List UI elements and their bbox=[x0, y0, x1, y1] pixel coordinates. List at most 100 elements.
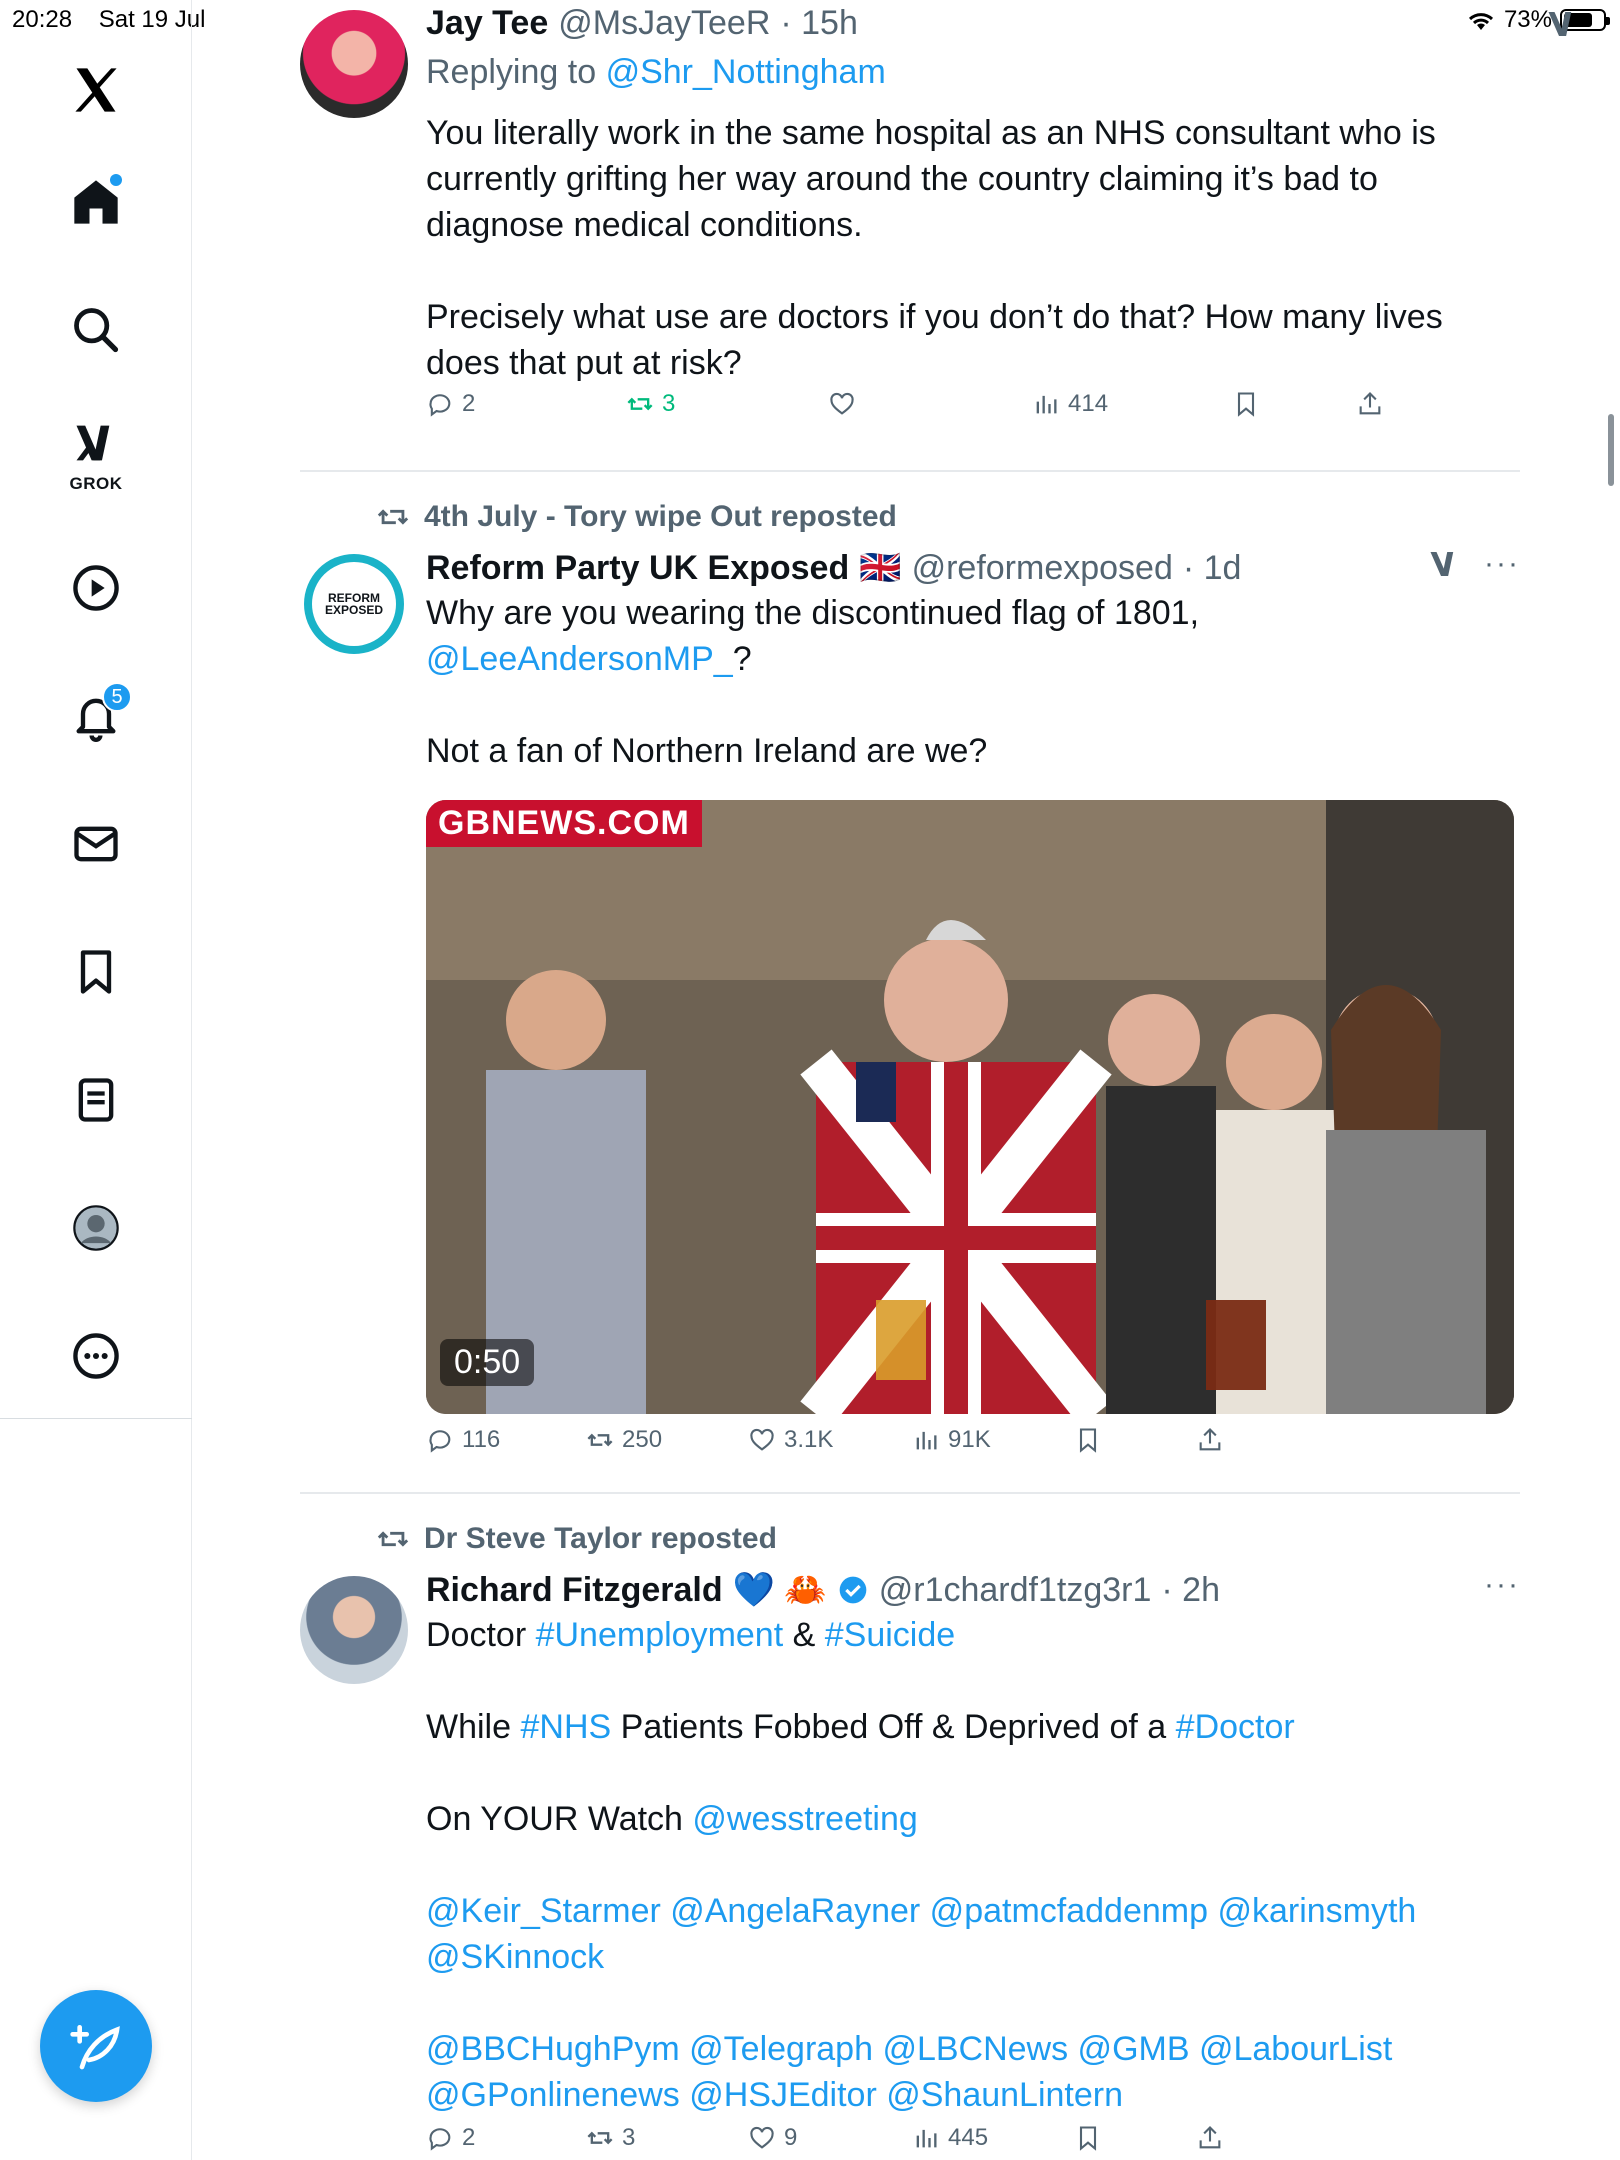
share-icon bbox=[1359, 392, 1381, 415]
scrollbar[interactable] bbox=[1608, 414, 1614, 486]
reply-icon bbox=[429, 394, 451, 417]
mention-links[interactable]: @SKinnock bbox=[426, 1934, 1520, 1980]
nav-messages[interactable] bbox=[56, 804, 136, 884]
replying-to: Replying to @Shr_Nottingham bbox=[426, 53, 1520, 92]
tweet-line: Doctor #Unemployment & #Suicide bbox=[426, 1612, 1520, 1658]
repost-button[interactable]: 3 bbox=[586, 2124, 635, 2152]
bookmark-button[interactable] bbox=[1074, 1426, 1102, 1454]
like-count: 3.1K bbox=[784, 1426, 834, 1453]
nav-grok[interactable]: GROK bbox=[56, 412, 136, 493]
view-count: 91K bbox=[948, 1426, 991, 1453]
x-logo-icon[interactable] bbox=[56, 50, 136, 130]
views-button[interactable]: 445 bbox=[912, 2124, 988, 2152]
mail-icon bbox=[74, 826, 118, 862]
text-run: & bbox=[792, 1616, 816, 1654]
reply-count: 116 bbox=[462, 1426, 501, 1453]
author-handle[interactable]: @MsJayTeeR bbox=[558, 4, 770, 43]
like-button[interactable]: 3.1K bbox=[748, 1426, 833, 1454]
sidebar: GROK 5 bbox=[0, 0, 192, 2160]
share-icon bbox=[1199, 2126, 1221, 2149]
avatar[interactable] bbox=[300, 1576, 408, 1684]
reply-icon bbox=[429, 2128, 451, 2151]
more-options-icon[interactable]: ··· bbox=[1484, 547, 1520, 581]
share-icon bbox=[1199, 1428, 1221, 1451]
video-thumbnail bbox=[426, 800, 1514, 1414]
reply-mention-link[interactable]: @Shr_Nottingham bbox=[606, 53, 886, 91]
views-icon bbox=[916, 2129, 937, 2148]
repost-context[interactable]: Dr Steve Taylor reposted bbox=[376, 1522, 777, 1556]
reply-count: 2 bbox=[462, 2124, 476, 2151]
hashtag-link[interactable]: #Unemployment bbox=[536, 1616, 784, 1654]
tweet-line: @LeeAndersonMP_? bbox=[426, 636, 1520, 682]
tweet-line: Why are you wearing the discontinued fla… bbox=[426, 594, 1200, 632]
mention-link[interactable]: @wesstreeting bbox=[692, 1800, 917, 1838]
list-icon bbox=[78, 1078, 114, 1122]
compose-button[interactable] bbox=[40, 1990, 152, 2102]
nav-home[interactable] bbox=[56, 162, 136, 242]
hashtag-link[interactable]: #NHS bbox=[520, 1708, 611, 1746]
sidebar-divider bbox=[0, 1418, 192, 1419]
repost-count: 3 bbox=[622, 2124, 636, 2151]
mention-links[interactable]: @BBCHughPym @Telegraph @LBCNews @GMB @La… bbox=[426, 2026, 1520, 2072]
mention-links[interactable]: @GPonlinenews @HSJEditor @ShaunLintern bbox=[426, 2072, 1520, 2118]
mention-link[interactable]: @LeeAndersonMP_ bbox=[426, 640, 733, 678]
timestamp[interactable]: · 15h bbox=[780, 4, 858, 43]
video-player[interactable]: GBNEWS.COM 0:50 bbox=[426, 800, 1514, 1414]
video-duration: 0:50 bbox=[440, 1339, 535, 1386]
repost-icon bbox=[587, 1433, 613, 1447]
reply-button[interactable]: 2 bbox=[426, 2124, 475, 2152]
hashtag-link[interactable]: #Suicide bbox=[825, 1616, 955, 1654]
text-run: Doctor bbox=[426, 1616, 527, 1654]
nav-lists[interactable] bbox=[56, 1060, 136, 1140]
timestamp[interactable]: · 1d bbox=[1183, 549, 1242, 588]
reply-button[interactable]: 2 bbox=[426, 390, 475, 418]
author-handle[interactable]: @reformexposed bbox=[912, 549, 1173, 588]
view-count: 445 bbox=[948, 2124, 989, 2151]
more-options-icon[interactable]: ··· bbox=[1484, 1568, 1520, 1602]
views-button[interactable]: 91K bbox=[912, 1426, 991, 1454]
bookmark-icon bbox=[1079, 2126, 1097, 2151]
view-count: 414 bbox=[1068, 390, 1109, 417]
share-button[interactable] bbox=[1196, 2124, 1224, 2152]
bookmark-button[interactable] bbox=[1074, 2124, 1102, 2152]
timestamp[interactable]: · 2h bbox=[1161, 1571, 1220, 1610]
avatar[interactable]: REFORM EXPOSED bbox=[304, 554, 404, 654]
repost-context[interactable]: 4th July - Tory wipe Out reposted bbox=[376, 500, 897, 534]
hashtag-link[interactable]: #Doctor bbox=[1176, 1708, 1295, 1746]
tweet-separator bbox=[300, 1492, 1520, 1494]
mention-suffix: ? bbox=[732, 640, 752, 678]
mention-links[interactable]: @Keir_Starmer @AngelaRayner @patmcfadden… bbox=[426, 1888, 1520, 1934]
share-button[interactable] bbox=[1356, 390, 1384, 418]
tweet-line: does that put at risk? bbox=[426, 344, 742, 382]
author-name[interactable]: Jay Tee bbox=[426, 4, 548, 43]
author-name[interactable]: Richard Fitzgerald bbox=[426, 1571, 723, 1610]
avatar[interactable] bbox=[300, 10, 408, 118]
like-button[interactable] bbox=[828, 390, 864, 418]
nav-profile[interactable] bbox=[56, 1188, 136, 1268]
heart-icon bbox=[750, 2126, 774, 2149]
views-button[interactable]: 414 bbox=[1032, 390, 1108, 418]
repost-icon bbox=[587, 2131, 613, 2145]
reply-icon bbox=[429, 1430, 451, 1453]
author-name[interactable]: Reform Party UK Exposed bbox=[426, 549, 849, 588]
repost-icon bbox=[377, 1531, 409, 1547]
compose-feather-icon bbox=[70, 2025, 120, 2070]
grok-icon[interactable] bbox=[1544, 6, 1580, 42]
nav-video[interactable] bbox=[56, 548, 136, 628]
like-button[interactable]: 9 bbox=[748, 2124, 797, 2152]
tweet-text: You literally work in the same hospital … bbox=[426, 110, 1520, 386]
bookmark-button[interactable] bbox=[1232, 390, 1260, 418]
author-handle[interactable]: @r1chardf1tzg3r1 bbox=[879, 1571, 1152, 1610]
nav-more[interactable] bbox=[56, 1316, 136, 1396]
share-button[interactable] bbox=[1196, 1426, 1224, 1454]
unread-dot bbox=[110, 174, 122, 186]
nav-bookmarks[interactable] bbox=[56, 932, 136, 1012]
nav-explore[interactable] bbox=[56, 290, 136, 370]
repost-icon bbox=[377, 509, 409, 525]
reply-button[interactable]: 116 bbox=[426, 1426, 500, 1454]
grok-actions[interactable] bbox=[1544, 6, 1580, 42]
repost-button[interactable]: 3 bbox=[626, 390, 675, 418]
grok-icon[interactable] bbox=[1426, 546, 1462, 582]
nav-notifications[interactable]: 5 bbox=[56, 676, 136, 756]
repost-button[interactable]: 250 bbox=[586, 1426, 662, 1454]
